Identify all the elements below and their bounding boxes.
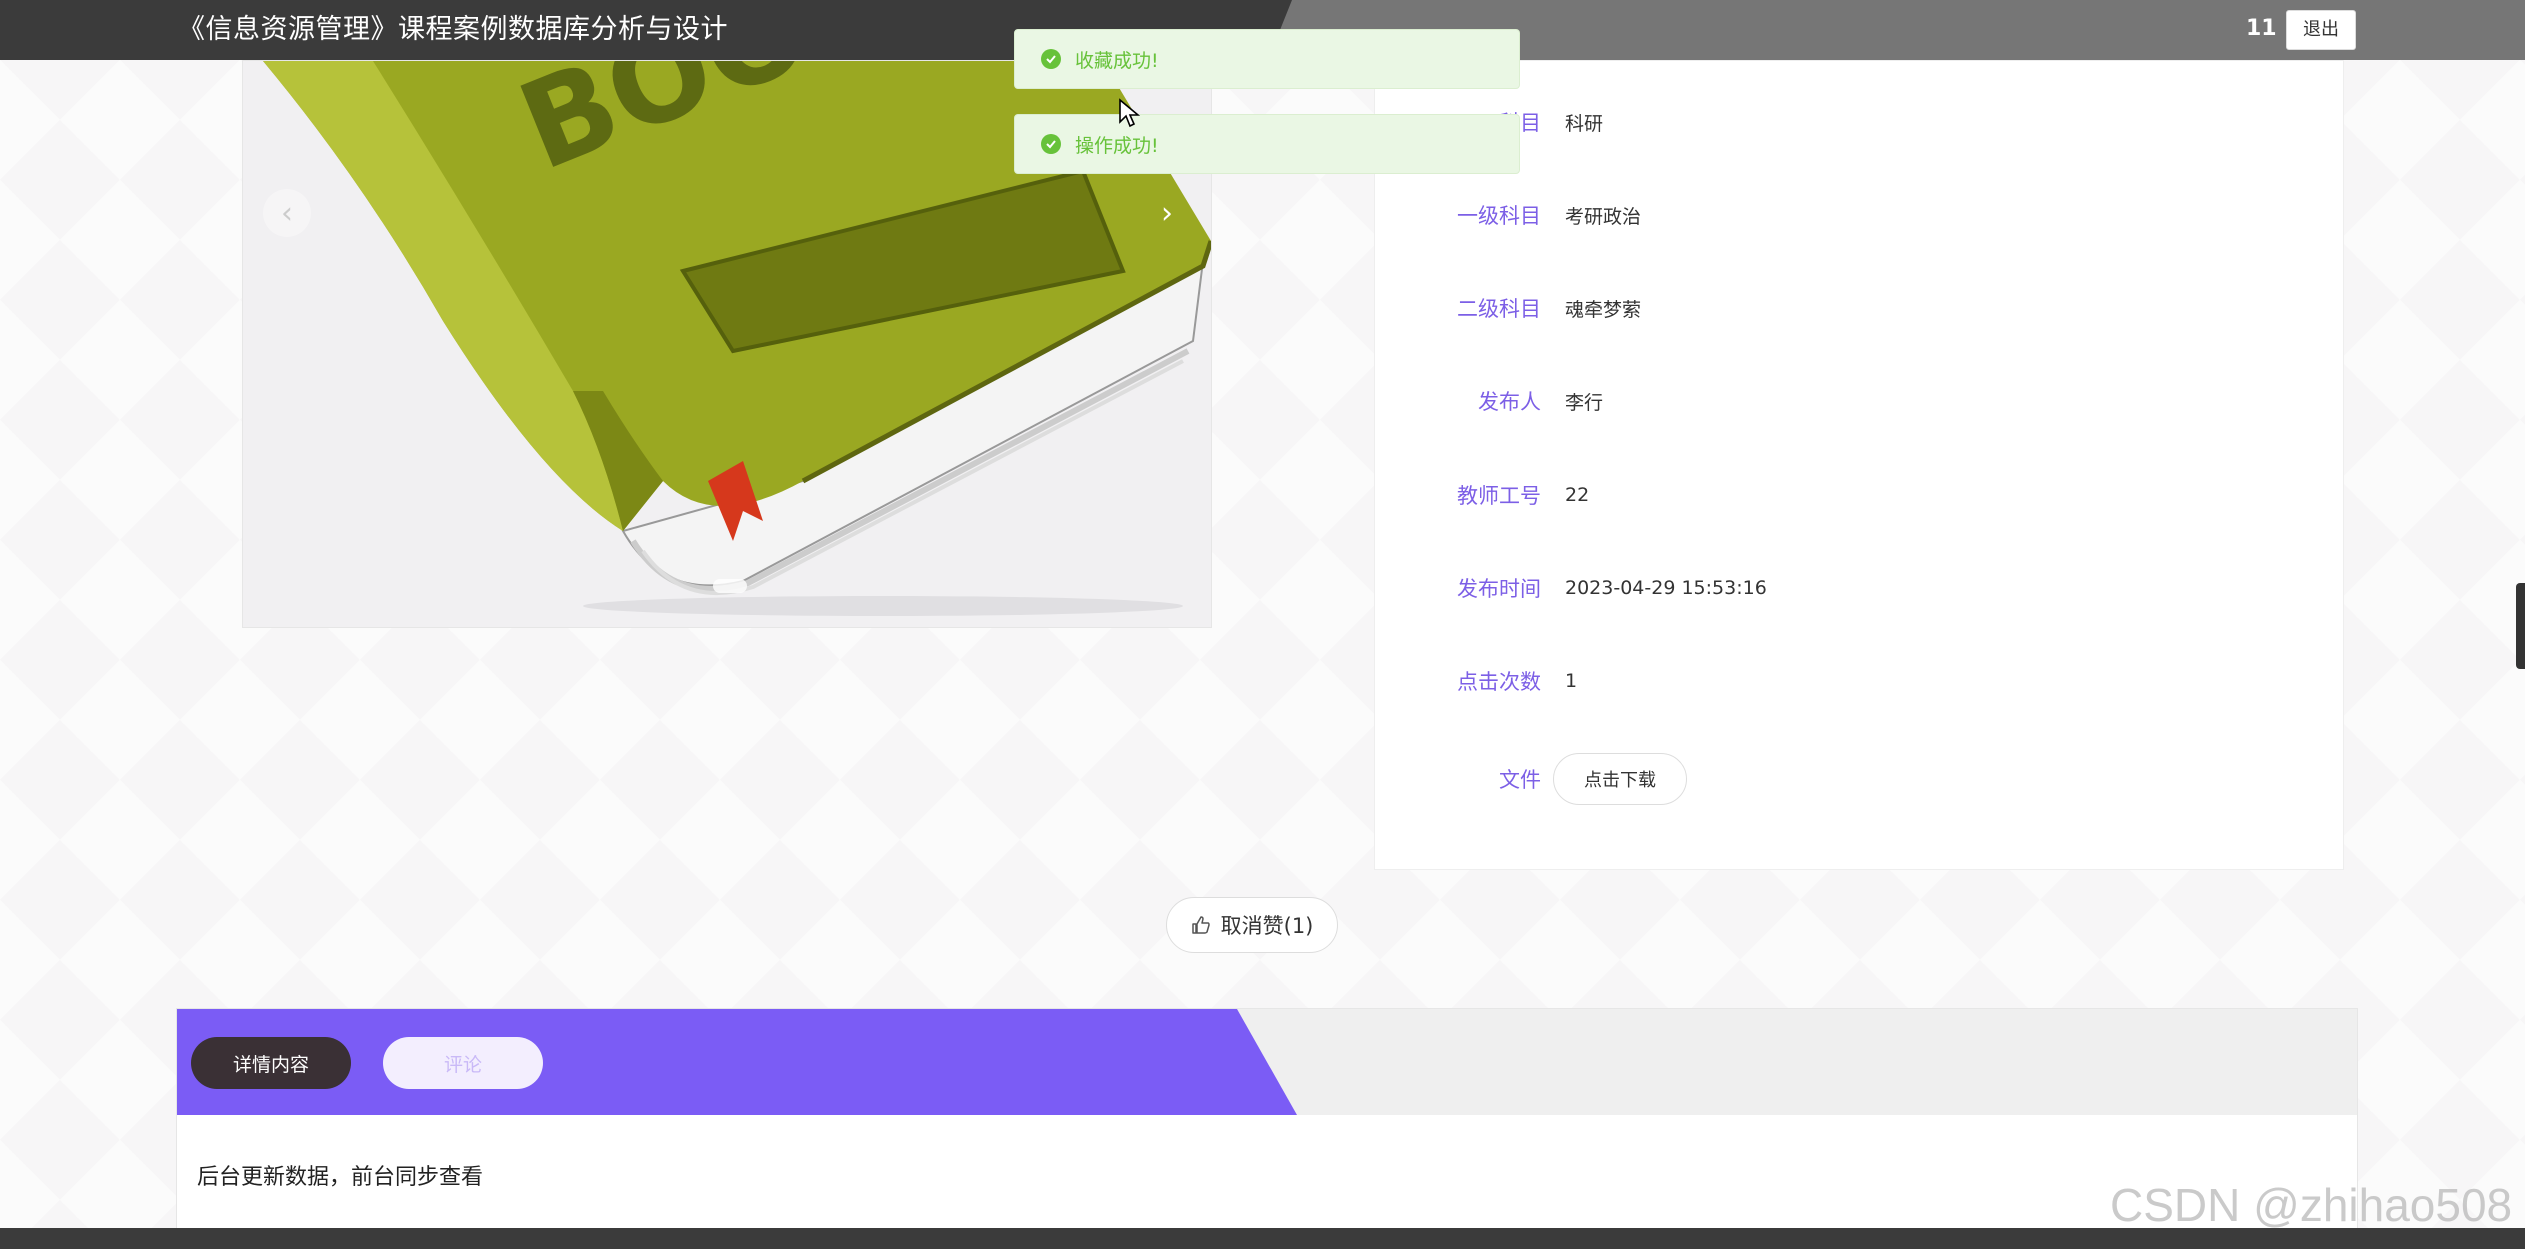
thumbs-up-icon <box>1191 916 1210 934</box>
info-value: 22 <box>1565 484 1590 506</box>
site-title: 《信息资源管理》课程案例数据库分析与设计 <box>178 14 728 45</box>
info-value: 考研政治 <box>1565 205 1642 228</box>
info-value: 1 <box>1565 670 1578 692</box>
download-button[interactable]: 点击下载 <box>1553 753 1687 805</box>
check-circle-icon <box>1041 134 1061 154</box>
info-label: 文件 <box>1499 768 1541 792</box>
info-row-subject: 科目 科研 <box>1375 102 2345 142</box>
toast-message: 收藏成功! <box>1075 49 1159 72</box>
info-label: 发布时间 <box>1457 577 1541 601</box>
logout-button[interactable]: 退出 <box>2286 10 2356 50</box>
toast-operation-success: 操作成功! <box>1014 114 1520 174</box>
detail-info-panel: 科目 科研 一级科目 考研政治 二级科目 魂牵梦萦 发布人 李行 教师工号 22… <box>1374 60 2344 870</box>
info-row-teacher-id: 教师工号 22 <box>1375 475 2345 515</box>
carousel-next-button[interactable]: › <box>1143 189 1191 237</box>
info-value: 李行 <box>1565 391 1604 414</box>
info-label: 教师工号 <box>1457 484 1541 508</box>
toast-favorite-success: 收藏成功! <box>1014 29 1520 89</box>
check-circle-icon <box>1041 49 1061 69</box>
detail-tabs-section: 详情内容 评论 后台更新数据，前台同步查看 <box>176 1008 2358 1238</box>
info-label: 发布人 <box>1478 390 1541 414</box>
info-value: 科研 <box>1565 112 1604 135</box>
info-row-publisher: 发布人 李行 <box>1375 381 2345 421</box>
side-scroll-handle[interactable] <box>2516 583 2525 669</box>
tabs-bar: 详情内容 评论 <box>177 1009 2357 1115</box>
watermark: CSDN @zhihao508 <box>2110 1179 2513 1231</box>
info-row-click-count: 点击次数 1 <box>1375 661 2345 701</box>
carousel-prev-button[interactable]: ‹ <box>263 189 311 237</box>
chevron-right-icon: › <box>1161 195 1173 231</box>
info-label: 一级科目 <box>1457 204 1541 228</box>
info-row-level2-subject: 二级科目 魂牵梦萦 <box>1375 288 2345 328</box>
tab-details[interactable]: 详情内容 <box>191 1037 351 1089</box>
info-value: 2023-04-29 15:53:16 <box>1565 577 1767 599</box>
tab-content-text: 后台更新数据，前台同步查看 <box>197 1165 484 1190</box>
info-row-level1-subject: 一级科目 考研政治 <box>1375 195 2345 235</box>
info-value: 魂牵梦萦 <box>1565 298 1642 321</box>
info-label: 二级科目 <box>1457 297 1541 321</box>
like-label: 取消赞(1) <box>1220 914 1314 938</box>
tab-comments[interactable]: 评论 <box>383 1037 543 1089</box>
unlike-button[interactable]: 取消赞(1) <box>1166 897 1338 953</box>
info-label: 点击次数 <box>1457 670 1541 694</box>
carousel-indicator[interactable] <box>713 579 747 593</box>
user-name[interactable]: 11 <box>2246 16 2277 41</box>
chevron-left-icon: ‹ <box>281 195 293 231</box>
toast-message: 操作成功! <box>1075 134 1159 157</box>
info-row-publish-time: 发布时间 2023-04-29 15:53:16 <box>1375 568 2345 608</box>
mouse-cursor-icon <box>1119 98 1140 128</box>
info-row-file: 文件 点击下载 <box>1375 751 2345 807</box>
